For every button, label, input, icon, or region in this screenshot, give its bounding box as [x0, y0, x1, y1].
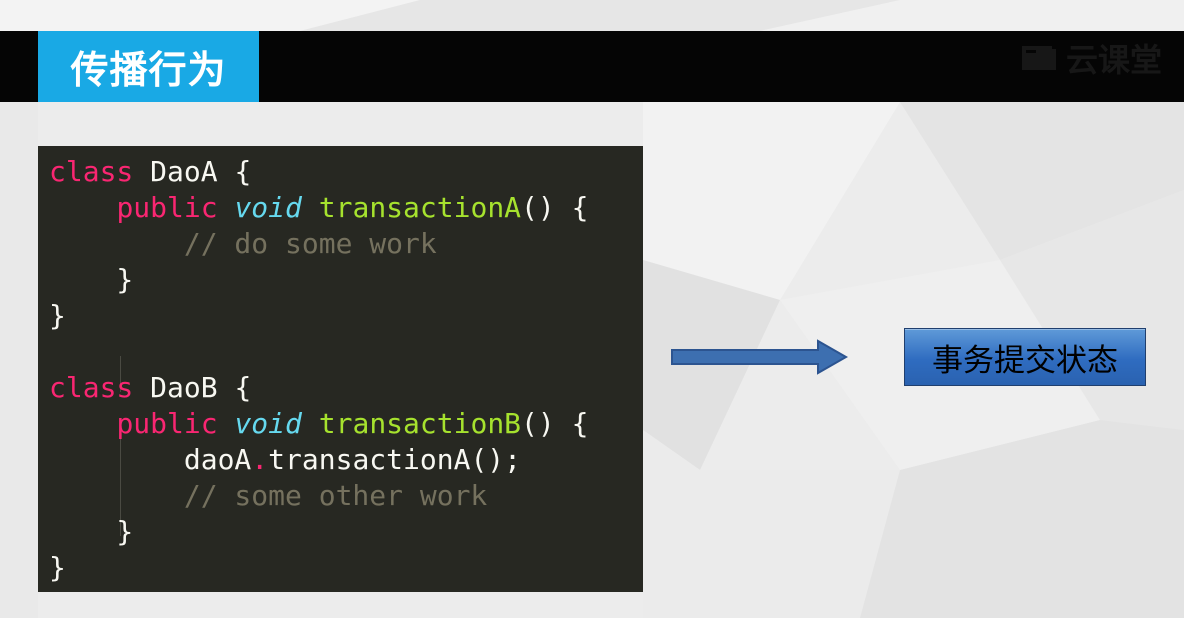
code-token: }	[49, 515, 134, 548]
code-token: void	[234, 407, 302, 440]
code-line: // some other work	[49, 478, 487, 514]
title-box: 传播行为	[38, 31, 259, 102]
code-token: () {	[521, 407, 589, 440]
code-token: }	[49, 551, 66, 584]
code-line: public void transactionB() {	[49, 406, 588, 442]
code-token: transactionA	[318, 191, 522, 224]
code-panel: class DaoA { public void transactionA() …	[38, 146, 643, 592]
code-line: }	[49, 262, 133, 298]
code-token: DaoA {	[133, 155, 252, 188]
code-token: }	[49, 263, 134, 296]
code-token: () {	[521, 191, 589, 224]
code-token: // do some work	[183, 227, 437, 260]
code-token: daoA	[49, 443, 252, 476]
code-token: public	[116, 191, 218, 224]
code-line: }	[49, 550, 66, 586]
code-line: // do some work	[49, 226, 437, 262]
code-token: transactionA();	[268, 443, 522, 476]
code-token: void	[234, 191, 302, 224]
code-token: // some other work	[183, 479, 488, 512]
logo-text: 云课堂	[1065, 41, 1162, 79]
commit-state-label: 事务提交状态	[932, 342, 1118, 379]
commit-state-box: 事务提交状态	[904, 328, 1146, 386]
code-line: class DaoB {	[49, 370, 251, 406]
code-line: }	[49, 298, 66, 334]
code-token: transactionB	[318, 407, 522, 440]
book-icon	[1020, 43, 1058, 73]
logo: 云课堂	[1020, 38, 1162, 79]
code-line: }	[49, 514, 133, 550]
code-token: class	[49, 371, 134, 404]
code-token: .	[251, 443, 269, 476]
code-line: class DaoA {	[49, 154, 251, 190]
code-line: daoA.transactionA();	[49, 442, 521, 478]
code-token: }	[49, 299, 66, 332]
code-token: DaoB {	[133, 371, 252, 404]
code-token: public	[116, 407, 218, 440]
page-title: 传播行为	[70, 48, 227, 92]
code-token: class	[49, 155, 134, 188]
code-line: public void transactionA() {	[49, 190, 588, 226]
right-arrow-icon	[671, 339, 849, 375]
